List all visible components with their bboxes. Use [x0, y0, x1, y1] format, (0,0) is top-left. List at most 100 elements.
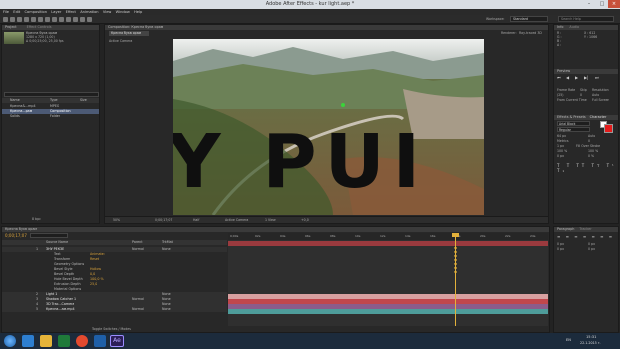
layer-bar-text[interactable] [228, 241, 548, 246]
font-style-select[interactable]: Regular [557, 127, 590, 132]
paragraph-tab[interactable]: Paragraph Tracker [554, 227, 618, 232]
resolution-select[interactable]: Half [193, 218, 199, 222]
clock-time[interactable]: 15:31 [586, 335, 596, 339]
tracker-tab: Tracker [579, 227, 592, 231]
zoom-select[interactable]: 50% [113, 218, 120, 222]
clone-tool-icon[interactable] [73, 17, 78, 22]
fill-color-swatch[interactable] [604, 124, 613, 133]
word-icon[interactable] [94, 335, 106, 347]
layer-mode-select[interactable]: Normal [132, 307, 144, 312]
column-type[interactable]: Type [50, 98, 58, 103]
info-tab[interactable]: Info Audio [554, 25, 618, 30]
view-layout-select[interactable]: 1 View [265, 218, 276, 222]
renderer-value[interactable]: Ray-traced 3D [519, 31, 542, 35]
active-camera-label: Active Camera [109, 39, 133, 43]
composition-subtab[interactable]: Кресна букв орам [109, 31, 149, 36]
project-search-input[interactable] [4, 92, 99, 97]
rotate-tool-icon[interactable] [24, 17, 29, 22]
start-button-icon[interactable] [4, 335, 16, 347]
space-before-field[interactable]: 0 px [557, 247, 564, 252]
bpc-toggle[interactable]: 8 bpc [32, 217, 41, 222]
timeline-search-input[interactable] [30, 233, 68, 238]
column-size[interactable]: Size [80, 98, 87, 103]
character-tab: Character [589, 115, 607, 119]
clock-date[interactable]: 22.1.2015 г. [580, 341, 601, 345]
layer-parent-select[interactable]: None [162, 307, 171, 312]
rectangle-tool-icon[interactable] [45, 17, 50, 22]
after-effects-taskbar-icon[interactable]: Ae [110, 335, 124, 347]
project-tab[interactable]: Project Effect Controls [2, 25, 99, 30]
time-ruler-tick: 10s [355, 234, 361, 238]
time-ruler-tick: 16s [430, 234, 436, 238]
tools-toolbar: Workspace: Standard Search Help [0, 15, 620, 24]
window-title: Adobe After Effects - kur light.aep * [265, 1, 355, 7]
timeline-panel: Кресна букв орам 0;00;17;07 Source Name … [1, 226, 550, 333]
time-ruler-tick: 20s [480, 234, 486, 238]
3d-text-overlay[interactable]: Y PUI [173, 125, 484, 199]
layer-bar-video[interactable] [228, 309, 548, 314]
column-name[interactable]: Name [10, 98, 20, 103]
paragraph-panel: Paragraph Tracker ≡ ≡ ≡ ≡ ≡ ≡ ≡ 0 px 0 px… [553, 226, 619, 333]
next-frame-icon[interactable]: ▶| [584, 75, 588, 80]
time-ruler-tick: 24s [530, 234, 536, 238]
hand-tool-icon[interactable] [10, 17, 15, 22]
play-icon[interactable]: ▶ [575, 75, 578, 80]
camera-tool-icon[interactable] [31, 17, 36, 22]
tsume-field[interactable]: 0 % [588, 154, 594, 159]
language-indicator[interactable]: EN [566, 338, 571, 342]
workspace-select[interactable]: Standard [510, 16, 548, 22]
first-frame-icon[interactable]: ⏮ [557, 75, 561, 80]
maximize-button[interactable]: □ [596, 0, 608, 8]
selected-item-duration: Δ 0;00;25;00, 25,00 fps [26, 39, 64, 43]
exposure-value[interactable]: +0,0 [301, 218, 309, 222]
effects-presets-tab[interactable]: Effects & Presets Character [554, 115, 618, 120]
preview-tab[interactable]: Preview [554, 69, 618, 74]
from-current-time-checkbox[interactable]: From Current Time [557, 98, 587, 103]
font-family-select[interactable]: Arial Black [557, 121, 590, 126]
layer-list: 1 ЗНУ РЕКЗЕ None Normal Text Animate: Transfor… [2, 245, 227, 325]
project-item-folder[interactable]: Solids Folder [2, 114, 99, 119]
cti-head-icon[interactable] [452, 233, 459, 237]
faux-style-buttons[interactable]: T T TT Tт T¹ T₁ [557, 163, 617, 173]
close-button[interactable]: × [608, 0, 620, 8]
time-ruler-tick: 14s [405, 234, 411, 238]
current-time-display[interactable]: 0;00;17;07 [155, 218, 172, 222]
internet-explorer-icon[interactable] [22, 335, 34, 347]
space-after-field[interactable]: 0 px [588, 247, 595, 252]
pen-tool-icon[interactable] [52, 17, 57, 22]
info-y: Y : 1066 [584, 35, 598, 39]
prev-frame-icon[interactable]: ◀ [566, 75, 569, 80]
chrome-icon[interactable] [76, 335, 88, 347]
time-ruler-tick: 12s [380, 234, 386, 238]
timeline-track-area[interactable]: 0;00s02s04s06s08s10s12s14s16s18s20s22s24… [228, 233, 548, 326]
excel-icon[interactable] [58, 335, 70, 347]
baseline-shift-field[interactable]: 0 px [557, 154, 564, 159]
view-select[interactable]: Active Camera [225, 218, 248, 222]
last-frame-icon[interactable]: ⏭ [595, 75, 599, 80]
minimize-button[interactable]: – [583, 0, 595, 8]
eraser-tool-icon[interactable] [80, 17, 85, 22]
time-ruler-tick: 0;00s [230, 234, 239, 238]
brush-tool-icon[interactable] [66, 17, 71, 22]
composition-viewer[interactable]: Y PUI [173, 39, 484, 215]
align-buttons[interactable]: ≡ ≡ ≡ ≡ ≡ ≡ ≡ [557, 234, 617, 239]
timeline-tab[interactable]: Кресна букв орам [2, 227, 549, 232]
layer-row[interactable]: 5 Кресна...ам.mp4 None Normal [2, 307, 227, 312]
pan-behind-tool-icon[interactable] [38, 17, 43, 22]
composition-tab[interactable]: Composition: Кресна букв орам [105, 25, 548, 30]
search-help-input[interactable]: Search Help [558, 16, 614, 22]
toggle-switches-modes[interactable]: Toggle Switches / Modes [92, 327, 131, 332]
info-a: A : [557, 43, 562, 47]
file-explorer-icon[interactable] [40, 335, 52, 347]
time-ruler-tick: 22s [505, 234, 511, 238]
zoom-tool-icon[interactable] [17, 17, 22, 22]
audio-tab: Audio [569, 25, 580, 29]
type-tool-icon[interactable] [59, 17, 64, 22]
current-time-indicator[interactable] [455, 233, 456, 326]
puppet-tool-icon[interactable] [87, 17, 92, 22]
effect-controls-tab: Effect Controls [26, 25, 52, 29]
time-ruler-tick: 08s [330, 234, 336, 238]
selection-tool-icon[interactable] [3, 17, 8, 22]
timeline-timecode[interactable]: 0;00;17;07 [5, 233, 27, 238]
full-screen-checkbox[interactable]: Full Screen [592, 98, 609, 103]
